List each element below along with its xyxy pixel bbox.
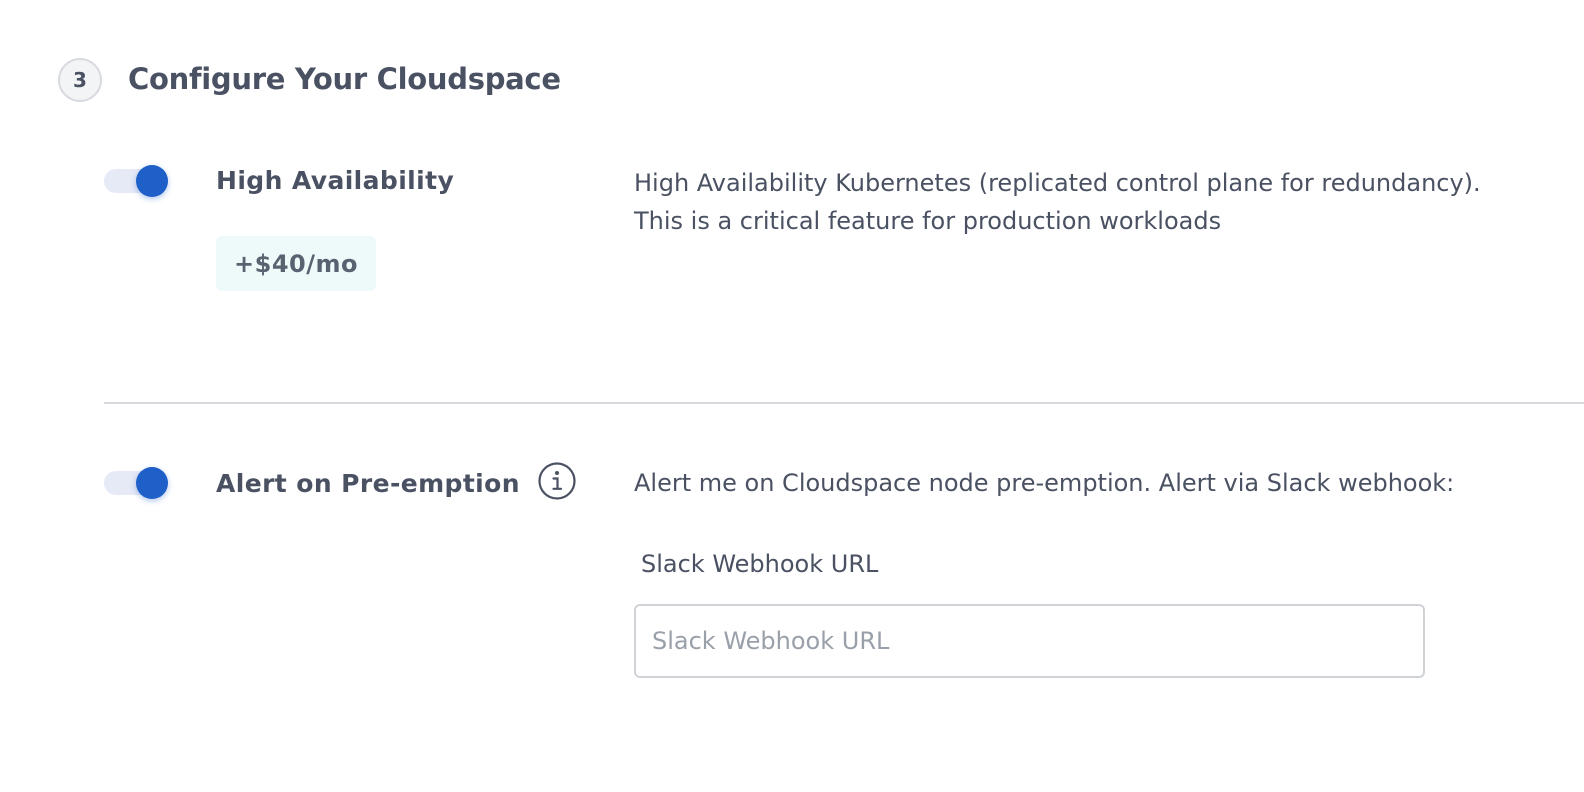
alert-preemption-title: Alert on Pre-emption xyxy=(216,469,520,498)
step-number-badge: 3 xyxy=(58,58,102,102)
high-availability-toggle[interactable] xyxy=(104,164,170,198)
high-availability-title: High Availability xyxy=(216,166,455,195)
description-line: Alert me on Cloudspace node pre-emption.… xyxy=(634,469,1455,497)
description-line: This is a critical feature for productio… xyxy=(634,207,1222,235)
description-line: High Availability Kubernetes (replicated… xyxy=(634,169,1481,197)
toggle-knob xyxy=(136,467,168,499)
alert-preemption-toggle[interactable] xyxy=(104,466,170,500)
toggle-knob xyxy=(136,165,168,197)
section-divider xyxy=(104,402,1584,404)
alert-preemption-description: Alert me on Cloudspace node pre-emption.… xyxy=(634,464,1454,502)
slack-webhook-label: Slack Webhook URL xyxy=(641,550,879,578)
high-availability-description: High Availability Kubernetes (replicated… xyxy=(634,164,1481,240)
section-title: Configure Your Cloudspace xyxy=(128,62,561,96)
price-badge: +$40/mo xyxy=(216,236,376,291)
step-number: 3 xyxy=(73,68,87,92)
info-circle-icon[interactable] xyxy=(538,462,576,500)
slack-webhook-input[interactable] xyxy=(634,604,1425,678)
